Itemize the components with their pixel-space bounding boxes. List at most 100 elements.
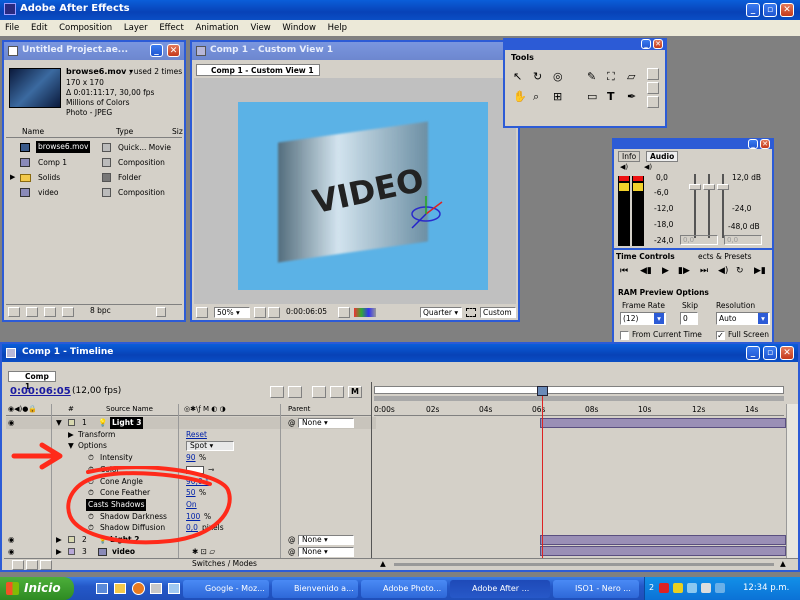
- menu-view[interactable]: View: [251, 23, 271, 33]
- layer-bar-light3[interactable]: [540, 418, 786, 428]
- tray-monitor-icon[interactable]: [715, 583, 725, 593]
- tools-close-button[interactable]: ✕: [653, 39, 663, 49]
- resolution-dropdown[interactable]: Quarter ▾: [420, 307, 462, 318]
- volume-slider-both[interactable]: [703, 184, 715, 190]
- from-current-time-checkbox[interactable]: [620, 331, 629, 340]
- world-axis-icon[interactable]: [647, 82, 659, 94]
- new-comp-icon[interactable]: [44, 307, 56, 317]
- menu-layer[interactable]: Layer: [124, 23, 148, 33]
- start-button[interactable]: Inicio: [0, 577, 74, 600]
- layer-row-video[interactable]: ◉ ▶ 3 video ✱ ⊡ ▱ @ None ▾: [6, 546, 376, 558]
- draft-3d-icon[interactable]: [288, 386, 302, 398]
- current-time-indicator[interactable]: [542, 386, 543, 558]
- safe-zones-icon[interactable]: [254, 307, 266, 318]
- new-folder-icon[interactable]: [26, 307, 38, 317]
- region-of-interest-icon[interactable]: [466, 308, 476, 317]
- transfer-controls-icon[interactable]: [26, 560, 38, 570]
- audio-field-left[interactable]: 0,0: [680, 235, 718, 245]
- view-dropdown[interactable]: Custom View: [480, 307, 516, 318]
- prop-transform[interactable]: ▶ Transform Reset: [6, 429, 376, 441]
- comp-viewport[interactable]: VIDEO: [194, 78, 516, 304]
- tools-minimize-button[interactable]: _: [641, 39, 651, 49]
- motion-blur-icon[interactable]: M: [348, 386, 362, 398]
- quicklaunch-folder-icon[interactable]: [114, 583, 126, 594]
- comp-marker-icon[interactable]: [270, 386, 284, 398]
- menu-file[interactable]: File: [5, 23, 19, 33]
- orbit-camera-tool-icon[interactable]: ◎: [553, 68, 563, 86]
- rotation-tool-icon[interactable]: ↻: [533, 68, 542, 86]
- project-minimize-button[interactable]: _: [150, 44, 163, 57]
- scroll-left-icon[interactable]: [156, 307, 166, 317]
- previous-frame-icon[interactable]: ◀▮: [640, 266, 652, 276]
- project-close-button[interactable]: ✕: [167, 44, 180, 57]
- selection-tool-icon[interactable]: ↖: [513, 68, 522, 86]
- comp-tab[interactable]: Comp 1 - Custom View 1: [196, 64, 320, 76]
- expand-arrow-icon[interactable]: ▶: [68, 429, 74, 441]
- tab-audio[interactable]: Audio: [646, 151, 679, 162]
- tray-za-icon[interactable]: [673, 583, 683, 593]
- ram-preview-icon[interactable]: ▶▮: [754, 266, 766, 276]
- light-type-dropdown[interactable]: Spot ▾: [186, 441, 234, 452]
- task-nero[interactable]: ISO1 - Nero ...: [553, 580, 639, 598]
- audio-field-right[interactable]: 0,0: [724, 235, 762, 245]
- bit-depth[interactable]: 8 bpc: [90, 306, 111, 315]
- task-photoshop[interactable]: Adobe Photo...: [361, 580, 447, 598]
- timeline-maximize-button[interactable]: ▫: [763, 346, 777, 360]
- zoom-in-icon[interactable]: ▲: [780, 559, 786, 568]
- menu-animation[interactable]: Animation: [195, 23, 238, 33]
- skip-input[interactable]: 0: [680, 312, 698, 325]
- col-size-header[interactable]: Siz: [172, 127, 183, 136]
- eye-icon[interactable]: ◉: [8, 546, 15, 558]
- in-out-icon[interactable]: [40, 560, 52, 570]
- tab-info[interactable]: Info: [618, 151, 641, 162]
- zoom-out-icon[interactable]: ▲: [380, 559, 386, 568]
- col-source-name[interactable]: Source Name: [106, 405, 153, 413]
- switches-modes-toggle[interactable]: Switches / Modes: [192, 559, 257, 568]
- project-item-browse6[interactable]: browse6.mov Quick... Movie: [6, 140, 182, 155]
- pan-behind-tool-icon[interactable]: ⊞: [553, 88, 562, 106]
- audio-minimize-button[interactable]: _: [748, 139, 758, 149]
- parent-dropdown[interactable]: None ▾: [298, 535, 354, 545]
- timeline-current-time[interactable]: 0:00:06:05: [10, 386, 71, 397]
- menu-window[interactable]: Window: [282, 23, 316, 33]
- project-file-name[interactable]: browse6.mov ▾: [66, 67, 133, 76]
- tray-network-icon[interactable]: [687, 583, 697, 593]
- menu-edit[interactable]: Edit: [31, 23, 47, 33]
- eraser-tool-icon[interactable]: ▱: [627, 68, 635, 86]
- full-screen-checkbox[interactable]: ✓: [716, 331, 725, 340]
- time-navigator[interactable]: [374, 386, 784, 394]
- intensity-value[interactable]: 90: [186, 452, 196, 464]
- timeline-tab[interactable]: Comp 1: [8, 371, 56, 391]
- clone-stamp-tool-icon[interactable]: ⛶: [607, 68, 615, 86]
- resolution-select[interactable]: Auto ▾: [716, 312, 770, 325]
- volume-slider-right[interactable]: [717, 184, 729, 190]
- layer-bar-light2[interactable]: [540, 535, 786, 545]
- parent-dropdown[interactable]: None ▾: [298, 546, 354, 557]
- eye-icon[interactable]: ◉: [8, 417, 15, 429]
- menu-help[interactable]: Help: [328, 23, 347, 33]
- type-tool-icon[interactable]: T: [607, 88, 615, 106]
- frame-blending-icon[interactable]: [330, 386, 344, 398]
- eye-icon[interactable]: ◉: [8, 534, 15, 546]
- project-item-comp1[interactable]: Comp 1 Composition: [6, 155, 182, 170]
- project-item-solids[interactable]: ▶ Solids Folder: [6, 170, 182, 185]
- show-snapshot-icon[interactable]: [196, 307, 208, 318]
- timeline-close-button[interactable]: ✕: [780, 346, 794, 360]
- parent-pickwhip-icon[interactable]: @: [288, 546, 296, 558]
- tray-shield-icon[interactable]: [659, 583, 669, 593]
- vertical-scrollbar[interactable]: [786, 404, 798, 558]
- task-after-effects[interactable]: Adobe After ...: [450, 580, 550, 598]
- quicklaunch-misc-icon[interactable]: [168, 583, 180, 594]
- timeline-minimize-button[interactable]: _: [746, 346, 760, 360]
- layer-row-light3[interactable]: ◉ ▼ 1 💡 Light 3 @ None ▾: [6, 417, 376, 429]
- rectangle-mask-tool-icon[interactable]: ▭: [587, 88, 597, 106]
- restore-button[interactable]: ▫: [763, 3, 777, 17]
- work-area-bar[interactable]: [374, 396, 784, 401]
- first-frame-icon[interactable]: ⏮: [620, 266, 628, 276]
- expand-arrow-icon[interactable]: ▶: [10, 170, 15, 185]
- shy-layers-icon[interactable]: [312, 386, 326, 398]
- loop-icon[interactable]: ↻: [736, 266, 744, 276]
- parent-pickwhip-icon[interactable]: @: [288, 534, 296, 546]
- find-icon[interactable]: [8, 307, 20, 317]
- col-name-header[interactable]: Name: [22, 127, 44, 136]
